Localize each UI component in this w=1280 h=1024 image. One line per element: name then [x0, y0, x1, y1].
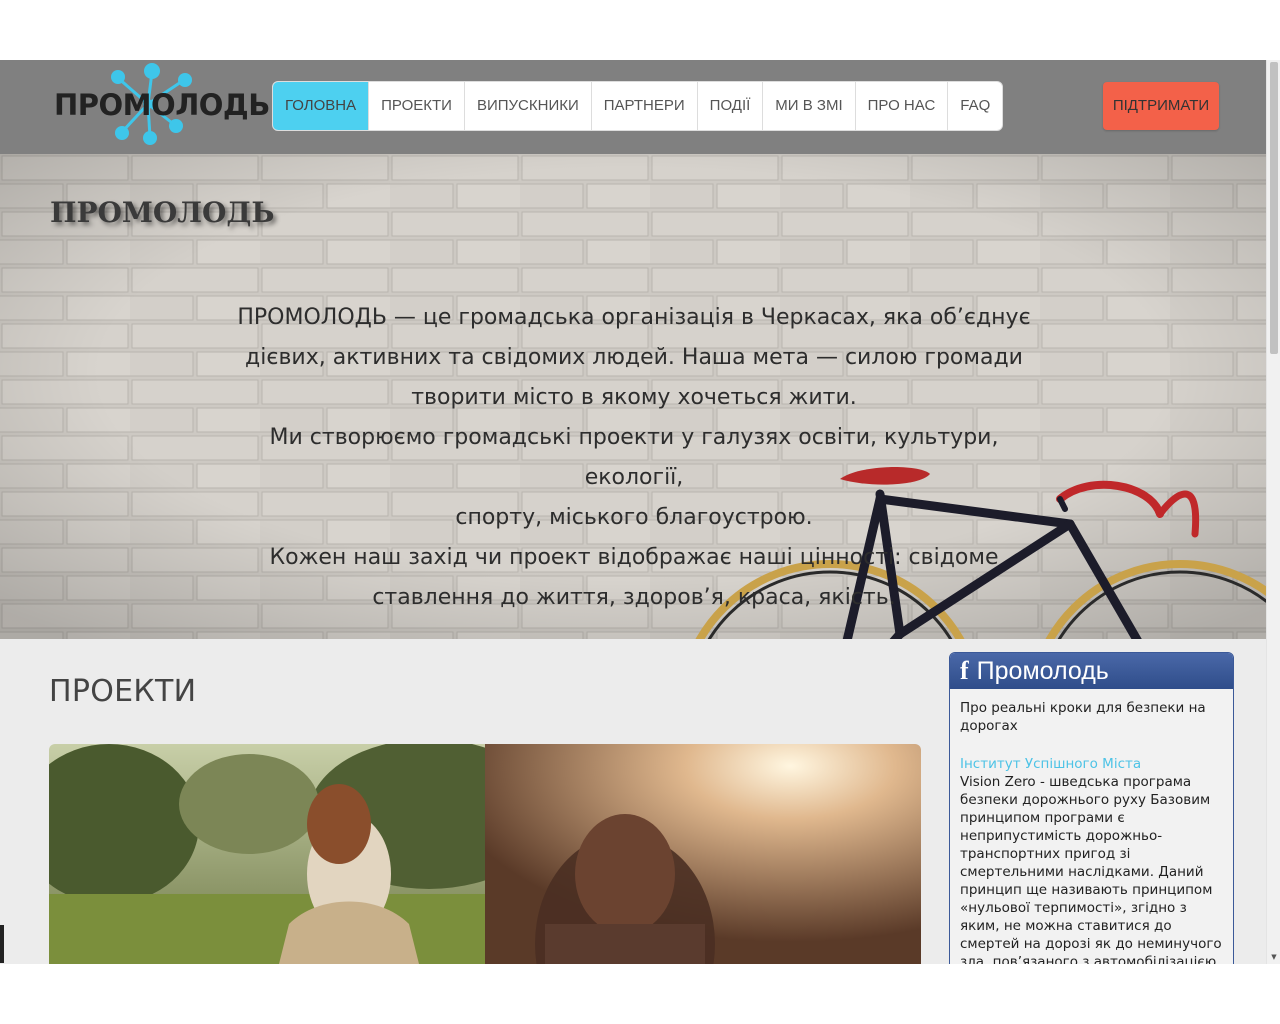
- site-header: ПРОМОЛОДЬ ГОЛОВНА ПРОЕКТИ ВИПУСКНИКИ ПАР…: [0, 60, 1266, 154]
- hero-line: дієвих, активних та свідомих людей. Наша…: [245, 345, 1023, 370]
- window-edge-marker: [0, 925, 4, 963]
- facebook-post-source-link[interactable]: Інститут Успішного Міста: [960, 755, 1223, 773]
- facebook-icon: f: [960, 656, 969, 685]
- hero-line: Кожен наш захід чи проект відображає наш…: [269, 545, 999, 570]
- hero-line: ставлення до життя, здоров’я, краса, які…: [372, 585, 896, 610]
- hero-title: ПРОМОЛОДЬ: [50, 196, 275, 229]
- projects-heading: ПРОЕКТИ: [49, 674, 197, 709]
- facebook-page-name: Промолодь: [976, 657, 1109, 685]
- hero-banner: ПРОМОЛОДЬ ПРОМОЛОДЬ — це громадська орга…: [0, 154, 1266, 639]
- nav-item-home[interactable]: ГОЛОВНА: [273, 82, 370, 130]
- facebook-post-text: Vision Zero - шведська програма безпеки …: [960, 774, 1222, 964]
- logo-text: ПРОМОЛОДЬ: [54, 88, 270, 122]
- facebook-post: Про реальні кроки для безпеки на дорогах…: [950, 689, 1233, 964]
- project-image[interactable]: [49, 744, 485, 964]
- main-nav: ГОЛОВНА ПРОЕКТИ ВИПУСКНИКИ ПАРТНЕРИ ПОДІ…: [272, 81, 1004, 131]
- support-button[interactable]: ПІДТРИМАТИ: [1103, 82, 1219, 130]
- nav-item-projects[interactable]: ПРОЕКТИ: [369, 82, 465, 130]
- projects-gallery: [49, 744, 921, 964]
- page-scrollbar[interactable]: ▼: [1266, 60, 1280, 964]
- nav-item-media[interactable]: МИ В ЗМІ: [763, 82, 856, 130]
- facebook-widget-header[interactable]: f Промолодь: [950, 653, 1233, 689]
- project-photo: [485, 744, 921, 964]
- nav-item-faq[interactable]: FAQ: [948, 82, 1002, 130]
- hero-line: ПРОМОЛОДЬ — це громадська організація в …: [237, 305, 1031, 330]
- facebook-post-title: Про реальні кроки для безпеки на дорогах: [960, 700, 1206, 734]
- page-viewport: ПРОМОЛОДЬ ГОЛОВНА ПРОЕКТИ ВИПУСКНИКИ ПАР…: [0, 60, 1280, 964]
- project-image[interactable]: [485, 744, 921, 964]
- nav-item-events[interactable]: ПОДІЇ: [698, 82, 764, 130]
- nav-item-partners[interactable]: ПАРТНЕРИ: [592, 82, 698, 130]
- hero-description: ПРОМОЛОДЬ — це громадська організація в …: [224, 298, 1044, 618]
- hero-line: Ми створюємо громадські проекти у галузя…: [269, 425, 999, 490]
- nav-item-alumni[interactable]: ВИПУСКНИКИ: [465, 82, 592, 130]
- scrollbar-thumb[interactable]: [1270, 62, 1278, 354]
- facebook-widget: f Промолодь Про реальні кроки для безпек…: [949, 652, 1234, 964]
- site-logo[interactable]: ПРОМОЛОДЬ: [52, 62, 270, 148]
- project-photo: [49, 744, 485, 964]
- hero-line: творити місто в якому хочеться жити.: [411, 385, 857, 410]
- scroll-down-arrow-icon[interactable]: ▼: [1267, 950, 1280, 964]
- nav-item-about[interactable]: ПРО НАС: [856, 82, 949, 130]
- hero-line: спорту, міського благоустрою.: [455, 505, 813, 530]
